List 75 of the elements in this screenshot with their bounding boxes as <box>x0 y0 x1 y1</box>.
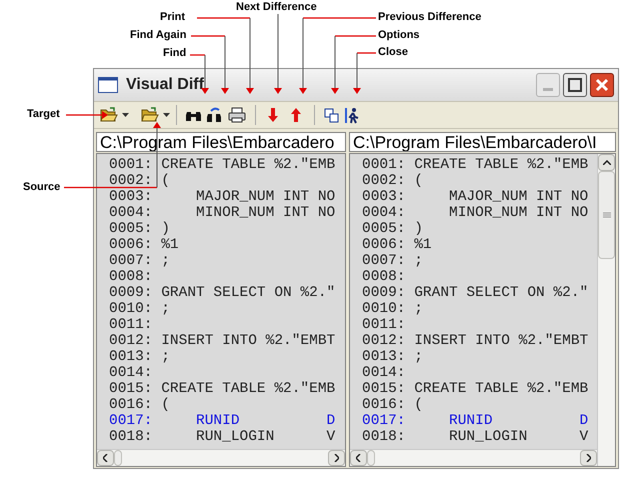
code-line: 0017: RUNID D <box>109 413 336 429</box>
code-line: 0016: ( <box>362 397 423 413</box>
code-line: 0008: <box>109 269 153 285</box>
caret-icon[interactable] <box>122 113 129 117</box>
minimize-icon <box>543 88 553 91</box>
window-icon <box>98 77 118 93</box>
code-line: 0006: %1 <box>362 237 432 253</box>
scroll-thumb[interactable] <box>114 450 122 466</box>
code-line: 0016: ( <box>109 397 170 413</box>
close-button[interactable] <box>590 73 614 97</box>
binoculars-icon <box>206 107 222 123</box>
code-line: 0005: ) <box>109 221 170 237</box>
code-line: 0018: RUN_LOGIN V <box>109 429 336 445</box>
code-line: 0001: CREATE TABLE %2."EMB <box>362 157 588 173</box>
callout-label: Find Again <box>130 29 186 42</box>
callout-label: Target <box>27 108 60 121</box>
code-line: 0011: <box>362 317 406 333</box>
code-line: 0017: RUNID D <box>362 413 588 429</box>
code-line: 0014: <box>109 365 153 381</box>
scroll-left-button[interactable] <box>97 450 114 466</box>
code-line: 0002: ( <box>109 173 170 189</box>
close-icon <box>595 78 609 92</box>
callout-label: Print <box>160 11 186 24</box>
code-line: 0003: MAJOR_NUM INT NO <box>362 189 588 205</box>
maximize-icon <box>568 78 582 92</box>
scroll-left-button[interactable] <box>350 450 367 466</box>
code-line: 0018: RUN_LOGIN V <box>362 429 588 445</box>
vertical-scrollbar[interactable] <box>597 154 615 466</box>
code-line: 0012: INSERT INTO %2."EMBT <box>109 333 336 349</box>
scroll-thumb[interactable] <box>367 450 375 466</box>
source-button[interactable] <box>141 107 170 123</box>
code-line: 0010: ; <box>362 301 423 317</box>
grip-icon <box>602 212 610 218</box>
code-line: 0014: <box>362 365 406 381</box>
code-line: 0013: ; <box>109 349 170 365</box>
window-title: Visual Diff <box>126 75 204 95</box>
callout-label: Previous Difference <box>378 11 482 24</box>
up-arrow-icon <box>291 108 301 122</box>
callout-label: Close <box>378 46 408 59</box>
code-line: 0008: <box>362 269 406 285</box>
callout-label: Find <box>163 47 186 60</box>
code-line: 0009: GRANT SELECT ON %2." <box>362 285 588 301</box>
code-line: 0010: ; <box>109 301 170 317</box>
walking-person-icon <box>344 106 360 124</box>
down-arrow-icon <box>268 108 278 122</box>
code-line: 0015: CREATE TABLE %2."EMB <box>109 381 336 397</box>
code-line: 0013: ; <box>362 349 423 365</box>
callout-label: Next Difference <box>236 1 317 14</box>
code-line: 0001: CREATE TABLE %2."EMB <box>109 157 336 173</box>
code-line: 0009: GRANT SELECT ON %2." <box>109 285 336 301</box>
leader-line <box>66 111 108 119</box>
callout-label: Options <box>378 29 420 42</box>
callout-label: Source <box>23 181 60 194</box>
printer-icon <box>228 107 246 123</box>
code-line: 0006: %1 <box>109 237 179 253</box>
code-line: 0007: ; <box>362 253 423 269</box>
code-line: 0003: MAJOR_NUM INT NO <box>109 189 336 205</box>
code-line: 0005: ) <box>362 221 423 237</box>
horizontal-scrollbar[interactable] <box>97 449 345 466</box>
code-line: 0007: ; <box>109 253 170 269</box>
overlapping-windows-icon <box>324 108 338 122</box>
scroll-up-button[interactable] <box>598 154 615 171</box>
code-line: 0015: CREATE TABLE %2."EMB <box>362 381 588 397</box>
caret-icon[interactable] <box>163 113 170 117</box>
code-line: 0004: MINOR_NUM INT NO <box>109 205 336 221</box>
open-folder-icon[interactable] <box>141 107 159 123</box>
code-line: 0004: MINOR_NUM INT NO <box>362 205 588 221</box>
scroll-thumb[interactable] <box>598 171 615 259</box>
code-line: 0011: <box>109 317 153 333</box>
code-line: 0002: ( <box>362 173 423 189</box>
code-line: 0012: INSERT INTO %2."EMBT <box>362 333 588 349</box>
scroll-right-button[interactable] <box>328 450 345 466</box>
scroll-right-button[interactable] <box>580 450 597 466</box>
horizontal-scrollbar[interactable] <box>350 449 597 466</box>
maximize-button[interactable] <box>563 73 587 97</box>
